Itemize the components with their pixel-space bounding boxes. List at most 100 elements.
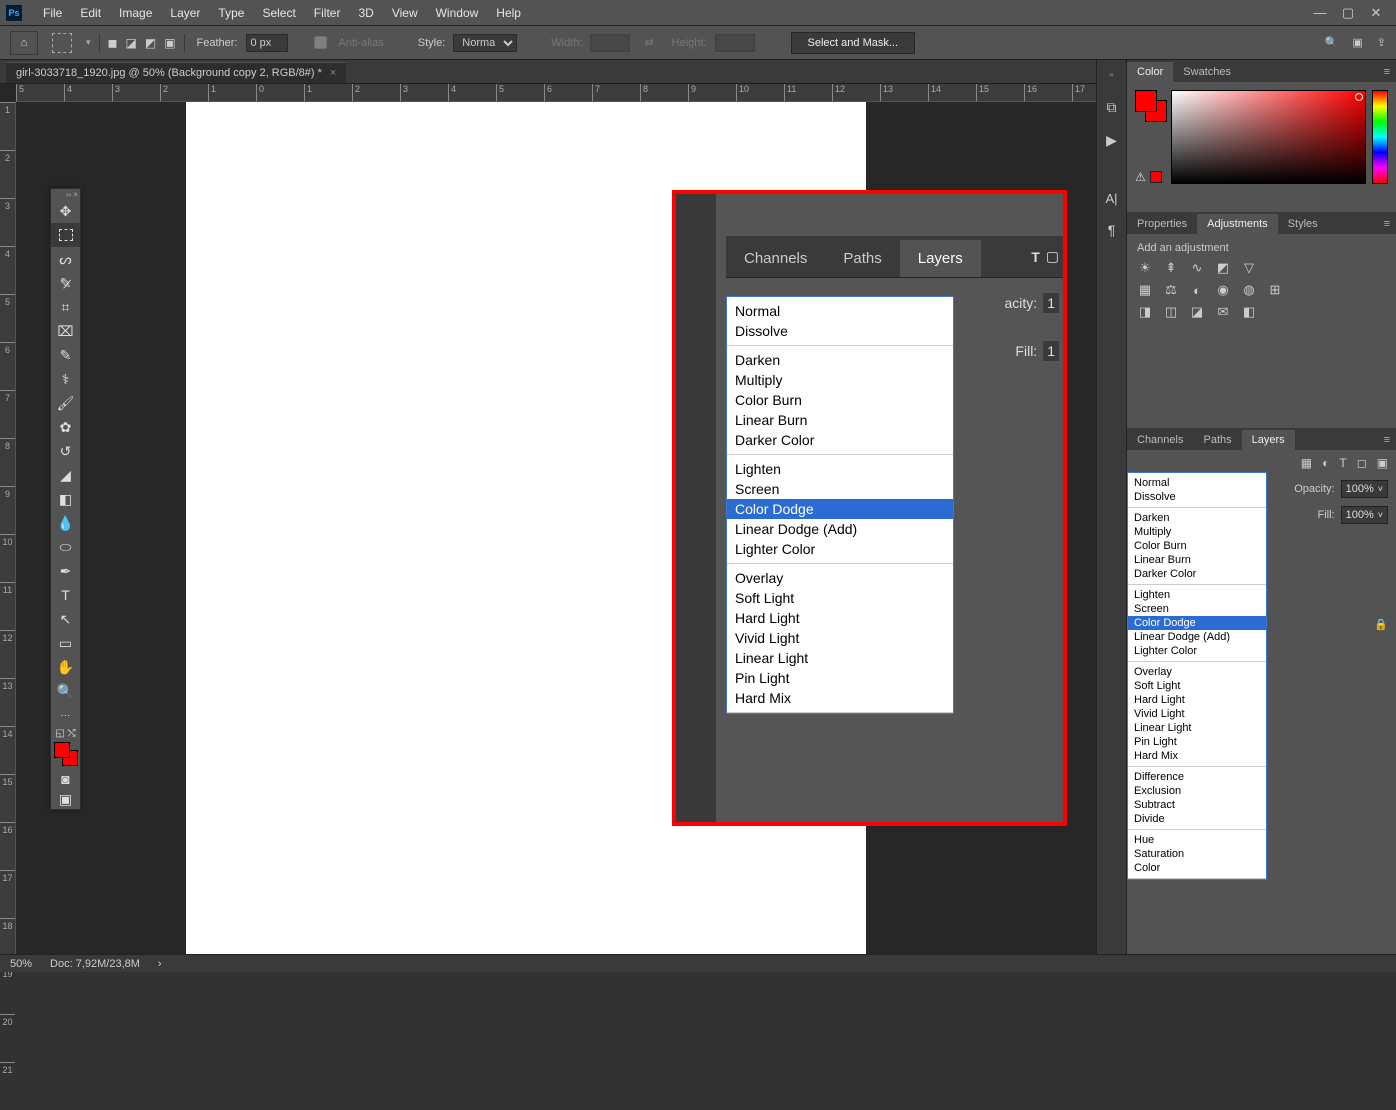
- tab-properties[interactable]: Properties: [1127, 214, 1197, 234]
- blend-mode-dropdown[interactable]: NormalDissolve DarkenMultiplyColor Burn Li…: [1127, 472, 1267, 880]
- zoom-level[interactable]: 50%: [10, 958, 32, 970]
- blend-mode-option[interactable]: Linear Light: [1128, 721, 1266, 735]
- menu-edit[interactable]: Edit: [71, 6, 110, 20]
- zoom-tool-icon[interactable]: 🔍: [51, 679, 80, 703]
- doc-size[interactable]: Doc: 7,92M/23,8M: [50, 958, 140, 970]
- color-field[interactable]: [1171, 90, 1366, 184]
- blend-mode-option[interactable]: Dissolve: [1128, 490, 1266, 504]
- paragraph-panel-icon[interactable]: ¶: [1108, 222, 1116, 238]
- dodge-tool-icon[interactable]: ⬭: [51, 535, 80, 559]
- clone-stamp-tool-icon[interactable]: ✿: [51, 415, 80, 439]
- threshold-adj-icon[interactable]: ◪: [1189, 304, 1205, 320]
- selection-tool-indicator-icon[interactable]: [52, 33, 72, 53]
- document-tab[interactable]: girl-3033718_1920.jpg @ 50% (Background …: [6, 62, 346, 83]
- filter-type-icon[interactable]: T: [1339, 456, 1346, 470]
- photo-filter-adj-icon[interactable]: ◉: [1215, 282, 1231, 298]
- toolbox-grip[interactable]: ›› ×: [51, 189, 80, 199]
- blend-mode-option[interactable]: Exclusion: [1128, 784, 1266, 798]
- tab-swatches[interactable]: Swatches: [1173, 62, 1241, 82]
- blend-mode-option[interactable]: Darken: [1128, 511, 1266, 525]
- menu-select[interactable]: Select: [253, 6, 304, 20]
- search-icon[interactable]: 🔍: [1325, 36, 1339, 49]
- crop-tool-icon[interactable]: ⌗: [51, 295, 80, 319]
- hand-tool-icon[interactable]: ✋: [51, 655, 80, 679]
- select-and-mask-button[interactable]: Select and Mask...: [791, 32, 916, 54]
- subtract-selection-icon[interactable]: ◩: [145, 36, 156, 50]
- fill-input[interactable]: 100%˅: [1341, 506, 1388, 524]
- blend-mode-option[interactable]: Hard Mix: [1128, 749, 1266, 763]
- opacity-input[interactable]: 100%˅: [1341, 480, 1388, 498]
- blend-mode-option[interactable]: Color Dodge: [1128, 616, 1266, 630]
- color-panel-menu-icon[interactable]: ≡: [1378, 62, 1396, 82]
- canvas[interactable]: [186, 102, 866, 954]
- marquee-tool-icon[interactable]: [51, 223, 80, 247]
- channel-mixer-adj-icon[interactable]: ◍: [1241, 282, 1257, 298]
- blend-mode-option[interactable]: Lighten: [1128, 588, 1266, 602]
- curves-adj-icon[interactable]: ∿: [1189, 260, 1205, 276]
- exposure-adj-icon[interactable]: ◩: [1215, 260, 1231, 276]
- path-select-tool-icon[interactable]: ↖: [51, 607, 80, 631]
- blend-mode-option[interactable]: Linear Dodge (Add): [1128, 630, 1266, 644]
- blend-mode-option[interactable]: Saturation: [1128, 847, 1266, 861]
- invert-adj-icon[interactable]: ◨: [1137, 304, 1153, 320]
- hue-slider[interactable]: [1372, 90, 1388, 184]
- tab-channels-small[interactable]: Channels: [1127, 430, 1193, 450]
- blend-mode-option[interactable]: Pin Light: [1128, 735, 1266, 749]
- add-selection-icon[interactable]: ◪: [126, 36, 137, 50]
- actions-panel-icon[interactable]: ▶: [1106, 132, 1117, 149]
- blend-mode-option[interactable]: Overlay: [1128, 665, 1266, 679]
- intersect-selection-icon[interactable]: ▣: [164, 36, 175, 50]
- menu-image[interactable]: Image: [110, 6, 161, 20]
- bw-adj-icon[interactable]: ◐: [1189, 282, 1205, 298]
- screen-mode-icon[interactable]: ▣: [51, 789, 80, 809]
- blend-mode-option[interactable]: Soft Light: [1128, 679, 1266, 693]
- adjustments-panel-menu-icon[interactable]: ≡: [1378, 214, 1396, 234]
- hue-sat-adj-icon[interactable]: ▦: [1137, 282, 1153, 298]
- gamut-warning-icon[interactable]: ⚠: [1135, 170, 1146, 184]
- fg-bg-color-swatch[interactable]: [51, 739, 80, 769]
- filter-pixel-icon[interactable]: ▦: [1301, 456, 1312, 470]
- close-tab-icon[interactable]: ×: [330, 67, 336, 79]
- history-panel-icon[interactable]: ⧉: [1107, 99, 1117, 116]
- menu-help[interactable]: Help: [487, 6, 530, 20]
- expand-strip-icon[interactable]: «: [1109, 70, 1113, 79]
- blend-mode-option[interactable]: Subtract: [1128, 798, 1266, 812]
- history-brush-tool-icon[interactable]: ↺: [51, 439, 80, 463]
- home-icon[interactable]: ⌂: [10, 31, 38, 55]
- blend-mode-option[interactable]: Multiply: [1128, 525, 1266, 539]
- menu-layer[interactable]: Layer: [161, 6, 209, 20]
- menu-type[interactable]: Type: [209, 6, 253, 20]
- menu-view[interactable]: View: [383, 6, 427, 20]
- blend-mode-option[interactable]: Normal: [1128, 476, 1266, 490]
- gradient-tool-icon[interactable]: ◧: [51, 487, 80, 511]
- quick-mask-icon[interactable]: ◙: [51, 769, 80, 789]
- menu-3d[interactable]: 3D: [349, 6, 382, 20]
- blend-mode-option[interactable]: Color Burn: [1128, 539, 1266, 553]
- layers-panel-menu-icon[interactable]: ≡: [1378, 430, 1396, 450]
- levels-adj-icon[interactable]: ⇞: [1163, 260, 1179, 276]
- brightness-adj-icon[interactable]: ☀: [1137, 260, 1153, 276]
- window-close-button[interactable]: ✕: [1362, 5, 1390, 21]
- tab-layers-small[interactable]: Layers: [1242, 430, 1295, 450]
- share-icon[interactable]: ⇪: [1377, 36, 1386, 49]
- quick-select-tool-icon[interactable]: ✎̷: [51, 271, 80, 295]
- style-select[interactable]: Normal: [453, 34, 517, 52]
- edit-toolbar-icon[interactable]: ···: [51, 703, 80, 727]
- eyedropper-tool-icon[interactable]: ✎: [51, 343, 80, 367]
- healing-brush-tool-icon[interactable]: ⚕: [51, 367, 80, 391]
- frame-tool-icon[interactable]: ⌧: [51, 319, 80, 343]
- blend-mode-option[interactable]: Hard Light: [1128, 693, 1266, 707]
- filter-shape-icon[interactable]: ◻: [1357, 456, 1367, 470]
- menu-filter[interactable]: Filter: [305, 6, 350, 20]
- blend-mode-option[interactable]: Lighter Color: [1128, 644, 1266, 658]
- blend-mode-option[interactable]: Color: [1128, 861, 1266, 875]
- feather-input[interactable]: [246, 34, 288, 52]
- tab-adjustments[interactable]: Adjustments: [1197, 214, 1278, 234]
- posterize-adj-icon[interactable]: ◫: [1163, 304, 1179, 320]
- window-maximize-button[interactable]: ▢: [1334, 5, 1362, 21]
- doc-info-chevron-icon[interactable]: ›: [158, 958, 162, 970]
- menu-window[interactable]: Window: [427, 6, 488, 20]
- blend-mode-option[interactable]: Difference: [1128, 770, 1266, 784]
- gradient-map-adj-icon[interactable]: ✉: [1215, 304, 1231, 320]
- lasso-tool-icon[interactable]: ᔕ: [51, 247, 80, 271]
